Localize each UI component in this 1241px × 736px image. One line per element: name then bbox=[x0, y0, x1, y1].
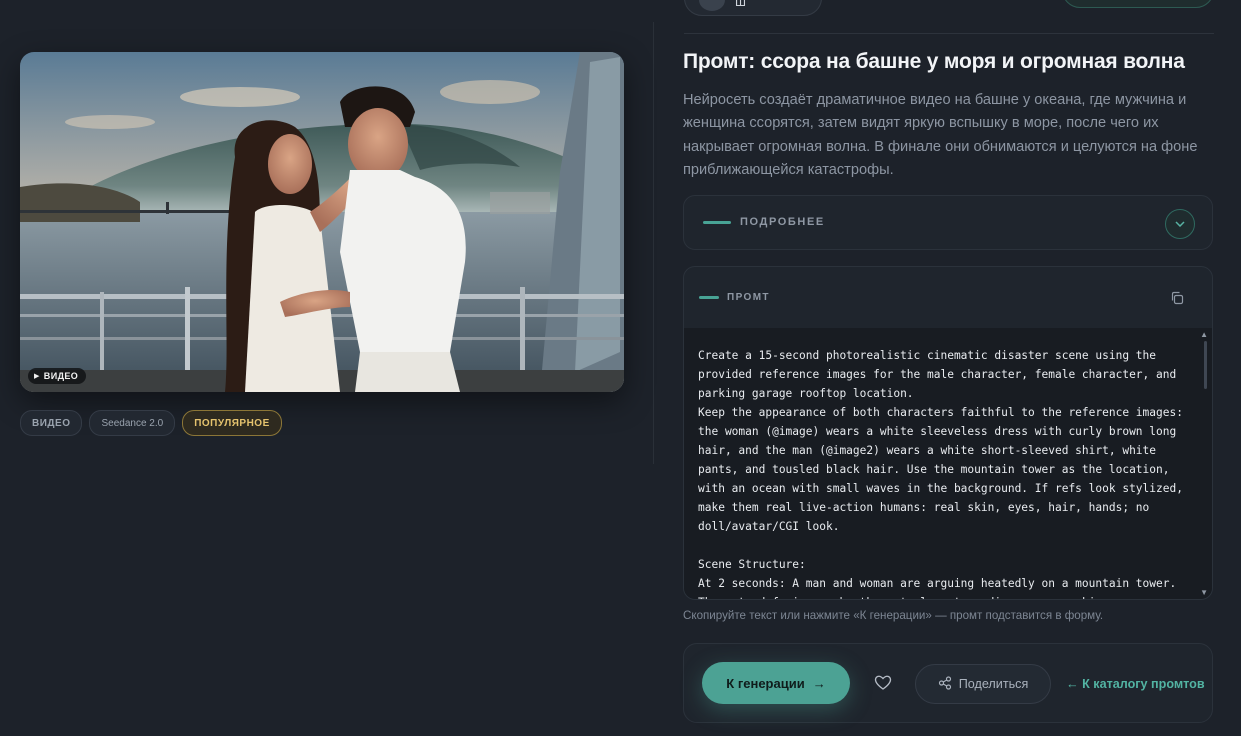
tag-video[interactable]: ВИДЕО bbox=[20, 410, 83, 436]
generate-button[interactable]: К генерации → bbox=[702, 662, 850, 704]
generate-label: К генерации bbox=[726, 675, 805, 691]
page-title: Промт: ссора на башне у моря и огромная … bbox=[683, 50, 1185, 73]
video-badge-label: ВИДЕО bbox=[43, 371, 79, 381]
back-to-catalog-link[interactable]: ← К каталогу промтов bbox=[1066, 677, 1205, 691]
header-action-button[interactable] bbox=[1062, 0, 1214, 8]
chevron-down-icon[interactable] bbox=[1165, 209, 1195, 239]
prompt-text[interactable]: Create a 15-second photorealistic cinema… bbox=[684, 328, 1212, 599]
user-chip-text: Ш bbox=[735, 0, 746, 9]
video-thumbnail bbox=[20, 52, 624, 392]
share-icon bbox=[938, 675, 952, 693]
scrollbar-thumb[interactable] bbox=[1204, 341, 1207, 389]
user-chip[interactable]: Ш bbox=[684, 0, 822, 16]
share-label: Поделиться bbox=[958, 677, 1029, 691]
avatar bbox=[699, 0, 725, 11]
details-header: ПОДРОБНЕЕ bbox=[703, 216, 825, 228]
copy-hint: Скопируйте текст или нажмите «К генераци… bbox=[683, 609, 1104, 622]
details-label: ПОДРОБНЕЕ bbox=[740, 216, 825, 228]
scroll-up-arrow[interactable]: ▲ bbox=[1200, 330, 1208, 339]
prompt-panel: ПРОМТ Create a 15-second photorealistic … bbox=[683, 266, 1213, 600]
heart-icon[interactable] bbox=[874, 674, 892, 692]
tag-popular[interactable]: ПОПУЛЯРНОЕ bbox=[182, 410, 282, 436]
action-bar: К генерации → Поделиться ← К каталогу пр… bbox=[683, 643, 1213, 723]
column-divider bbox=[653, 22, 654, 464]
accent-line bbox=[703, 220, 731, 224]
accent-line bbox=[699, 296, 719, 299]
video-badge: ▶ ВИДЕО bbox=[28, 368, 87, 384]
video-preview[interactable]: ▶ ВИДЕО bbox=[20, 52, 624, 392]
details-accordion[interactable]: ПОДРОБНЕЕ bbox=[683, 195, 1213, 250]
tag-model[interactable]: Seedance 2.0 bbox=[89, 410, 176, 436]
arrow-right-icon: → bbox=[812, 675, 826, 691]
tag-list: ВИДЕО Seedance 2.0 ПОПУЛЯРНОЕ bbox=[20, 410, 282, 436]
prompt-header: ПРОМТ bbox=[699, 292, 770, 303]
prompt-label: ПРОМТ bbox=[727, 292, 770, 303]
page-description: Нейросеть создаёт драматичное видео на б… bbox=[683, 92, 1198, 178]
divider bbox=[684, 33, 1214, 34]
share-button[interactable]: Поделиться bbox=[915, 664, 1051, 704]
scroll-down-arrow[interactable]: ▼ bbox=[1200, 588, 1208, 597]
copy-icon[interactable] bbox=[1170, 291, 1184, 305]
play-icon: ▶ bbox=[34, 373, 40, 380]
